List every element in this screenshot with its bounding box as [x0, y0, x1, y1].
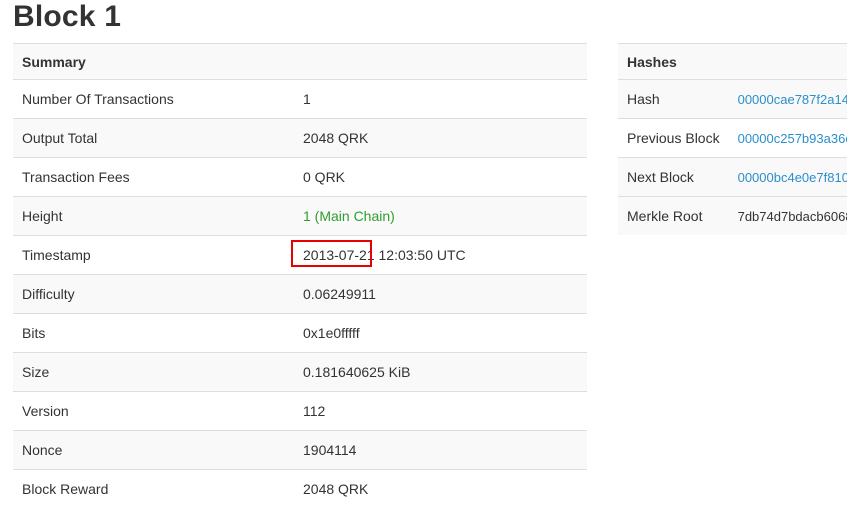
row-label: Difficulty: [13, 274, 294, 314]
row-value: 2048 QRK: [294, 118, 587, 158]
row-label: Merkle Root: [618, 196, 729, 235]
row-label: Block Reward: [13, 469, 294, 508]
summary-row-transaction-fees: Transaction Fees 0 QRK: [13, 157, 587, 197]
previous-block-link[interactable]: 00000c257b93a36e9: [738, 131, 847, 146]
row-label: Previous Block: [618, 118, 729, 158]
row-value: 1904114: [294, 430, 587, 470]
row-value: 0.181640625 KiB: [294, 352, 587, 392]
row-label: Next Block: [618, 157, 729, 197]
summary-header: Summary: [13, 43, 587, 80]
hashes-header: Hashes: [618, 43, 847, 80]
row-label: Size: [13, 352, 294, 392]
summary-row-timestamp: Timestamp 2013-07-21 12:03:50 UTC: [13, 235, 587, 275]
summary-row-nonce: Nonce 1904114: [13, 430, 587, 470]
row-value: 0 QRK: [294, 157, 587, 197]
hashes-row-next-block: Next Block 00000bc4e0e7f810f: [618, 157, 847, 197]
hash-cell: 7db74d7bdacb60683: [728, 196, 847, 235]
row-label: Output Total: [13, 118, 294, 158]
summary-row-block-reward: Block Reward 2048 QRK: [13, 469, 587, 508]
main-chain-height-link[interactable]: 1 (Main Chain): [303, 208, 395, 224]
row-label: Bits: [13, 313, 294, 353]
summary-row-height: Height 1 (Main Chain): [13, 196, 587, 236]
row-label: Transaction Fees: [13, 157, 294, 197]
row-label: Hash: [618, 79, 729, 119]
hash-cell: 00000cae787f2a146: [728, 79, 847, 119]
timestamp-value: 2013-07-21 12:03:50 UTC: [294, 235, 587, 275]
summary-row-number-of-transactions: Number Of Transactions 1: [13, 79, 587, 119]
row-label: Nonce: [13, 430, 294, 470]
hashes-row-hash: Hash 00000cae787f2a146: [618, 79, 847, 119]
row-value: 1 (Main Chain): [294, 196, 587, 236]
hashes-row-previous-block: Previous Block 00000c257b93a36e9: [618, 118, 847, 158]
row-value: 1: [294, 79, 587, 119]
row-value: 0.06249911: [294, 274, 587, 314]
summary-row-bits: Bits 0x1e0fffff: [13, 313, 587, 353]
row-label: Timestamp: [13, 235, 294, 275]
summary-row-output-total: Output Total 2048 QRK: [13, 118, 587, 158]
summary-row-difficulty: Difficulty 0.06249911: [13, 274, 587, 314]
summary-table: Summary Number Of Transactions 1 Output …: [13, 43, 587, 508]
hashes-row-merkle-root: Merkle Root 7db74d7bdacb60683: [618, 196, 847, 235]
summary-row-version: Version 112: [13, 391, 587, 431]
row-label: Number Of Transactions: [13, 79, 294, 119]
row-value: 112: [294, 391, 587, 431]
hashes-table: Hashes Hash 00000cae787f2a146 Previous B…: [618, 43, 847, 235]
row-value: 0x1e0fffff: [294, 313, 587, 353]
hash-cell: 00000c257b93a36e9: [728, 118, 847, 158]
summary-row-size: Size 0.181640625 KiB: [13, 352, 587, 392]
row-value: 2048 QRK: [294, 469, 587, 508]
page-title: Block 1: [13, 0, 122, 33]
block-hash-link[interactable]: 00000cae787f2a146: [738, 92, 847, 107]
row-label: Version: [13, 391, 294, 431]
next-block-link[interactable]: 00000bc4e0e7f810f: [738, 170, 847, 185]
hash-cell: 00000bc4e0e7f810f: [728, 157, 847, 197]
row-label: Height: [13, 196, 294, 236]
merkle-root-value: 7db74d7bdacb60683: [737, 209, 847, 224]
